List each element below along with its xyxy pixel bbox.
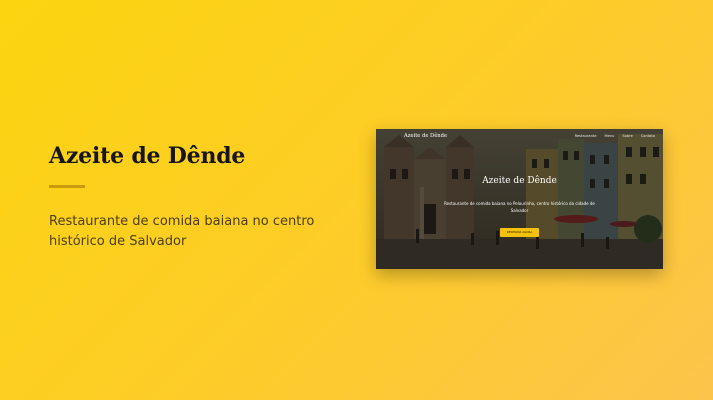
- preview-brand[interactable]: Azeite de Dênde: [404, 133, 447, 139]
- preview-navbar: Azeite de Dênde Restaurante Menu Sobre C…: [376, 129, 663, 143]
- project-description: Restaurante de comida baiana no centro h…: [49, 214, 315, 249]
- nav-link-contato[interactable]: Contato: [641, 134, 655, 138]
- project-title: Azeite de Dênde: [49, 143, 246, 169]
- preview-hero-text: Restaurante de comida baiana no Pelourin…: [444, 201, 595, 213]
- preview-hero-title: Azeite de Dênde: [482, 176, 557, 186]
- nav-link-menu[interactable]: Menu: [605, 134, 615, 138]
- title-divider: [49, 185, 85, 188]
- nav-link-restaurante[interactable]: Restaurante: [575, 134, 597, 138]
- website-preview[interactable]: Azeite de Dênde Restaurante Menu Sobre C…: [376, 129, 663, 269]
- nav-link-sobre[interactable]: Sobre: [622, 134, 632, 138]
- hero-photo: [376, 129, 663, 269]
- reserve-button[interactable]: RESERVAR AGORA: [500, 228, 539, 237]
- preview-nav-links: Restaurante Menu Sobre Contato: [575, 134, 655, 138]
